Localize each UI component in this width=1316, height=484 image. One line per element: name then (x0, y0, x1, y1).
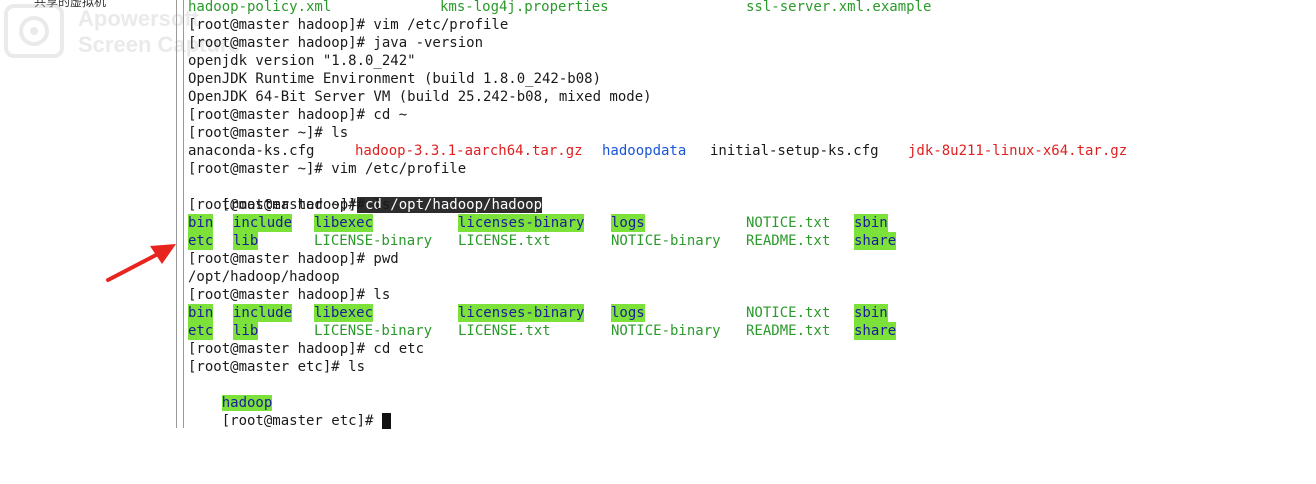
ls-file: kms-log4j.properties (440, 0, 609, 15)
ls-file: README.txt (746, 233, 831, 249)
ls-file: anaconda-ks.cfg (188, 143, 315, 159)
terminal-line: OpenJDK 64-Bit Server VM (build 25.242-b… (188, 89, 652, 105)
ls-directory: libexec (314, 304, 374, 322)
ls-directory: bin (188, 214, 214, 232)
terminal-line: [root@master ~]# cd /opt/hadoop/hadoop (188, 178, 543, 213)
ls-directory: bin (188, 304, 214, 322)
ls-file: NOTICE.txt (746, 305, 831, 321)
ls-directory: lib (233, 232, 259, 250)
ls-directory: include (233, 214, 293, 232)
watermark-line-1: Apowersoft (78, 6, 199, 31)
ls-directory: hadoopdata (602, 143, 687, 159)
ls-file: LICENSE.txt (458, 323, 551, 339)
terminal-line: OpenJDK Runtime Environment (build 1.8.0… (188, 71, 602, 87)
ls-directory: libexec (314, 214, 374, 232)
ls-file: LICENSE.txt (458, 233, 551, 249)
terminal-line[interactable]: [root@master etc]# (188, 394, 391, 429)
ls-file: README.txt (746, 323, 831, 339)
ls-directory: include (233, 304, 293, 322)
terminal-line: [root@master hadoop]# ls (188, 287, 391, 303)
terminal-line: etc lib LICENSE-binary LICENSE.txt NOTIC… (188, 322, 897, 340)
terminal-output[interactable]: hadoop-policy.xml kms-log4j.properties s… (188, 0, 1298, 429)
vm-sidebar: 共享的虚拟机 (0, 0, 176, 428)
ls-directory: share (854, 322, 897, 340)
terminal-line: [root@master hadoop]# java -version (188, 35, 484, 51)
ls-directory: share (854, 232, 897, 250)
terminal-line: bin include libexec licenses-binary logs… (188, 214, 888, 232)
ls-archive: hadoop-3.3.1-aarch64.tar.gz (355, 143, 583, 159)
ls-file: initial-setup-ks.cfg (710, 143, 879, 159)
ls-file: LICENSE-binary (314, 233, 433, 249)
ls-directory: etc (188, 232, 214, 250)
prompt: [root@master etc]# (221, 413, 382, 429)
ls-directory: logs (611, 304, 645, 322)
ls-archive: jdk-8u211-linux-x64.tar.gz (908, 143, 1128, 159)
terminal-line: hadoop-policy.xml kms-log4j.properties s… (188, 0, 931, 16)
ls-directory: lib (233, 322, 259, 340)
terminal-line: [root@master hadoop]# cd ~ (188, 107, 408, 123)
terminal-line: openjdk version "1.8.0_242" (188, 53, 416, 69)
ls-file: LICENSE-binary (314, 323, 433, 339)
ls-file: NOTICE-binary (611, 233, 721, 249)
terminal-line: hadoop (188, 376, 273, 411)
terminal-line: [root@master hadoop]# cd etc (188, 341, 425, 357)
terminal-line: [root@master hadoop]# ls (188, 197, 391, 213)
terminal-line: /opt/hadoop/hadoop (188, 269, 340, 285)
terminal-line: [root@master hadoop]# pwd (188, 251, 399, 267)
ls-file: NOTICE.txt (746, 215, 831, 231)
ls-file: NOTICE-binary (611, 323, 721, 339)
ls-directory: sbin (854, 214, 888, 232)
pane-divider-1 (176, 0, 177, 428)
terminal-line: [root@master ~]# ls (188, 125, 349, 141)
ls-directory: logs (611, 214, 645, 232)
annotation-arrow-icon (106, 244, 176, 282)
ls-directory: sbin (854, 304, 888, 322)
terminal-line: anaconda-ks.cfg hadoop-3.3.1-aarch64.tar… (188, 142, 1127, 160)
ls-file: hadoop-policy.xml (188, 0, 332, 15)
ls-directory: licenses-binary (458, 214, 585, 232)
ls-file: ssl-server.xml.example (746, 0, 932, 15)
terminal-line: [root@master ~]# vim /etc/profile (188, 161, 467, 177)
terminal-line: [root@master etc]# ls (188, 359, 366, 375)
ls-directory: licenses-binary (458, 304, 585, 322)
watermark-logo-icon (4, 4, 64, 58)
terminal-cursor (381, 413, 391, 429)
pane-divider-2 (183, 0, 184, 428)
terminal-line: [root@master hadoop]# vim /etc/profile (188, 17, 509, 33)
terminal-line: etc lib LICENSE-binary LICENSE.txt NOTIC… (188, 232, 897, 250)
ls-directory: etc (188, 322, 214, 340)
terminal-line: bin include libexec licenses-binary logs… (188, 304, 888, 322)
